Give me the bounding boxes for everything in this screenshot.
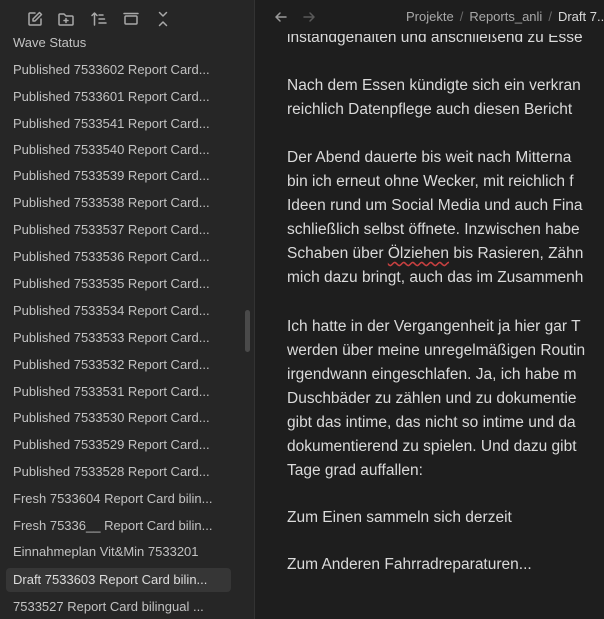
file-item[interactable]: Fresh 7533604 Report Card bilin...: [6, 487, 231, 511]
file-item-label: Published 7533531 Report Card...: [13, 384, 210, 399]
breadcrumb-separator: /: [548, 9, 552, 24]
file-item-label: Published 7533602 Report Card...: [13, 62, 210, 77]
breadcrumb-item[interactable]: Projekte: [406, 9, 454, 24]
file-item[interactable]: Published 7533533 Report Card...: [6, 326, 231, 350]
sort-icon[interactable]: [90, 10, 108, 28]
file-item[interactable]: Published 7533529 Report Card...: [6, 433, 231, 457]
file-item-label: Fresh 75336__ Report Card bilin...: [13, 518, 213, 533]
file-item[interactable]: Wave Status: [6, 31, 231, 55]
text-line: Nach dem Essen kündigte sich ein verkran: [287, 77, 581, 94]
file-item[interactable]: Published 7533534 Report Card...: [6, 299, 231, 323]
text-line: Der Abend dauerte bis weit nach Mitterna: [287, 149, 572, 166]
text-line: Ich hatte in der Vergangenheit ja hier g…: [287, 318, 581, 335]
text-span: Schaben über: [287, 245, 388, 262]
text-line: werden über meine unregelmäßigen Routin: [287, 342, 586, 359]
file-item[interactable]: Published 7533531 Report Card...: [6, 380, 231, 404]
collapse-panel-icon[interactable]: [122, 10, 140, 28]
file-item[interactable]: Published 7533530 Report Card...: [6, 406, 231, 430]
file-item[interactable]: Fresh 75336__ Report Card bilin...: [6, 514, 231, 538]
file-item-label: Wave Status: [13, 35, 87, 50]
file-item[interactable]: Published 7533538 Report Card...: [6, 191, 231, 215]
file-item-label: Published 7533530 Report Card...: [13, 410, 210, 425]
breadcrumb-current: Draft 7...: [557, 9, 604, 24]
file-item-label: Fresh 7533604 Report Card bilin...: [13, 491, 213, 506]
file-item-label: Published 7533538 Report Card...: [13, 195, 210, 210]
text-line: schließlich selbst öffnete. Inzwischen h…: [287, 221, 580, 238]
file-item-label: Published 7533533 Report Card...: [13, 330, 210, 345]
file-item-label: Published 7533541 Report Card...: [13, 116, 210, 131]
file-explorer-sidebar: Wave Status Published 7533602 Report Car…: [0, 0, 254, 619]
file-item[interactable]: Published 7533537 Report Card...: [6, 218, 231, 242]
file-item[interactable]: Published 7533535 Report Card...: [6, 272, 231, 296]
arrow-left-icon[interactable]: [273, 9, 289, 25]
file-item[interactable]: Published 7533602 Report Card...: [6, 58, 231, 82]
new-note-icon[interactable]: [26, 10, 44, 28]
breadcrumb-item[interactable]: Reports_anli: [469, 9, 542, 24]
file-item-label: Published 7533535 Report Card...: [13, 276, 210, 291]
text-line: Tage grad auffallen:: [287, 462, 423, 479]
arrow-right-icon[interactable]: [301, 9, 317, 25]
file-item-label: Published 7533601 Report Card...: [13, 89, 210, 104]
file-item[interactable]: Published 7533539 Report Card...: [6, 164, 231, 188]
sidebar-scrollbar[interactable]: [245, 310, 250, 352]
file-item-label: Published 7533532 Report Card...: [13, 357, 210, 372]
breadcrumb-separator: /: [459, 9, 464, 24]
file-item[interactable]: Published 7533532 Report Card...: [6, 353, 231, 377]
file-item[interactable]: Published 7533540 Report Card...: [6, 138, 231, 162]
text-line: Duschbäder zu zählen und zu dokumentie: [287, 390, 577, 407]
text-span: bis Rasieren, Zähn: [449, 245, 584, 262]
file-item-label: Published 7533529 Report Card...: [13, 437, 210, 452]
editor-pane: Projekte / Reports_anli / Draft 7... instand…: [255, 0, 604, 619]
file-item[interactable]: Published 7533528 Report Card...: [6, 460, 231, 484]
file-item-label: Published 7533536 Report Card...: [13, 249, 210, 264]
text-line: irgendwann eingeschlafen. Ja, ich habe m: [287, 366, 577, 383]
file-item[interactable]: Published 7533541 Report Card...: [6, 112, 231, 136]
text-line: mich dazu bringt, auch das im Zusammenh: [287, 269, 584, 286]
file-item[interactable]: Published 7533536 Report Card...: [6, 245, 231, 269]
text-line: gibt das intime, das nicht so intime und…: [287, 414, 576, 431]
file-item-label: Published 7533539 Report Card...: [13, 168, 210, 183]
text-line: Ideen rund um Social Media und auch Fina: [287, 197, 583, 214]
file-item-label: Einnahmeplan Vit&Min 7533201: [13, 544, 199, 559]
text-line: Zum Einen sammeln sich derzeit: [287, 509, 512, 526]
file-item-label: Published 7533537 Report Card...: [13, 222, 210, 237]
file-item-label: Published 7533528 Report Card...: [13, 464, 210, 479]
editor-topbar: Projekte / Reports_anli / Draft 7...: [255, 0, 604, 34]
text-line: dokumentierend zu spielen. Und dazu gibt: [287, 438, 577, 455]
text-line: Schaben über Ölziehen bis Rasieren, Zähn: [287, 242, 583, 266]
file-item-label: 7533527 Report Card bilingual ...: [13, 599, 204, 614]
new-folder-icon[interactable]: [57, 10, 75, 28]
file-item-label: Draft 7533603 Report Card bilin...: [13, 572, 208, 587]
file-item[interactable]: Einnahmeplan Vit&Min 7533201: [6, 540, 231, 564]
text-line: bin ich erneut ohne Wecker, mit reichlic…: [287, 173, 574, 190]
misspelled-word[interactable]: Ölziehen: [388, 245, 449, 262]
file-item[interactable]: 7533527 Report Card bilingual ...: [6, 595, 231, 619]
file-item-label: Published 7533540 Report Card...: [13, 142, 210, 157]
file-item-active[interactable]: Draft 7533603 Report Card bilin...: [6, 568, 231, 592]
collapse-all-icon[interactable]: [154, 10, 172, 28]
breadcrumb: Projekte / Reports_anli / Draft 7...: [406, 0, 604, 34]
file-item-label: Published 7533534 Report Card...: [13, 303, 210, 318]
text-line: reichlich Datenpflege auch diesen Berich…: [287, 101, 573, 118]
text-line: Zum Anderen Fahrradreparaturen...: [287, 556, 532, 573]
file-item[interactable]: Published 7533601 Report Card...: [6, 85, 231, 109]
